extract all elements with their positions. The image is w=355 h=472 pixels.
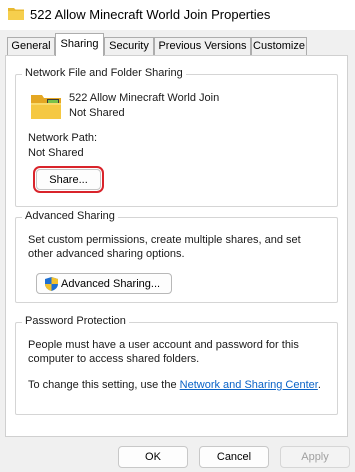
password-protection-legend: Password Protection <box>22 315 129 327</box>
password-protection-description: People must have a user account and pass… <box>28 339 299 365</box>
network-path-value: Not Shared <box>28 147 84 159</box>
ok-button[interactable]: OK <box>118 446 188 468</box>
tab-sharing[interactable]: Sharing <box>55 33 104 56</box>
password-change-instruction: To change this setting, use the Network … <box>28 379 321 391</box>
sharing-panel: Network File and Folder Sharing 522 Allo… <box>5 55 348 437</box>
cancel-button[interactable]: Cancel <box>199 446 269 468</box>
advanced-sharing-button[interactable]: Advanced Sharing... <box>36 273 172 294</box>
password-change-suffix: . <box>317 379 321 391</box>
advanced-sharing-group: Advanced Sharing Set custom permissions,… <box>15 210 338 303</box>
advanced-sharing-legend: Advanced Sharing <box>22 210 118 222</box>
network-sharing-center-link[interactable]: Network and Sharing Center <box>180 379 318 391</box>
network-sharing-legend: Network File and Folder Sharing <box>22 67 186 79</box>
shared-folder-icon <box>31 95 61 119</box>
tab-previous-versions[interactable]: Previous Versions <box>154 37 251 55</box>
folder-icon <box>8 8 24 20</box>
password-protection-group: Password Protection People must have a u… <box>15 315 338 415</box>
apply-button[interactable]: Apply <box>280 446 350 468</box>
network-sharing-group: Network File and Folder Sharing 522 Allo… <box>15 67 338 207</box>
uac-shield-icon <box>45 277 58 291</box>
title-bar[interactable]: 522 Allow Minecraft World Join Propertie… <box>0 0 355 30</box>
password-change-prefix: To change this setting, use the <box>28 379 180 391</box>
share-button[interactable]: Share... <box>33 166 104 193</box>
network-path-label: Network Path: <box>28 132 98 144</box>
folder-share-status: Not Shared <box>69 107 125 119</box>
advanced-sharing-description: Set custom permissions, create multiple … <box>28 234 301 260</box>
advanced-sharing-button-label: Advanced Sharing... <box>61 278 161 290</box>
window-title: 522 Allow Minecraft World Join Propertie… <box>30 7 271 22</box>
tab-customize[interactable]: Customize <box>251 37 307 55</box>
tab-security[interactable]: Security <box>104 37 154 55</box>
folder-name: 522 Allow Minecraft World Join <box>69 92 220 104</box>
tab-general[interactable]: General <box>7 37 55 55</box>
